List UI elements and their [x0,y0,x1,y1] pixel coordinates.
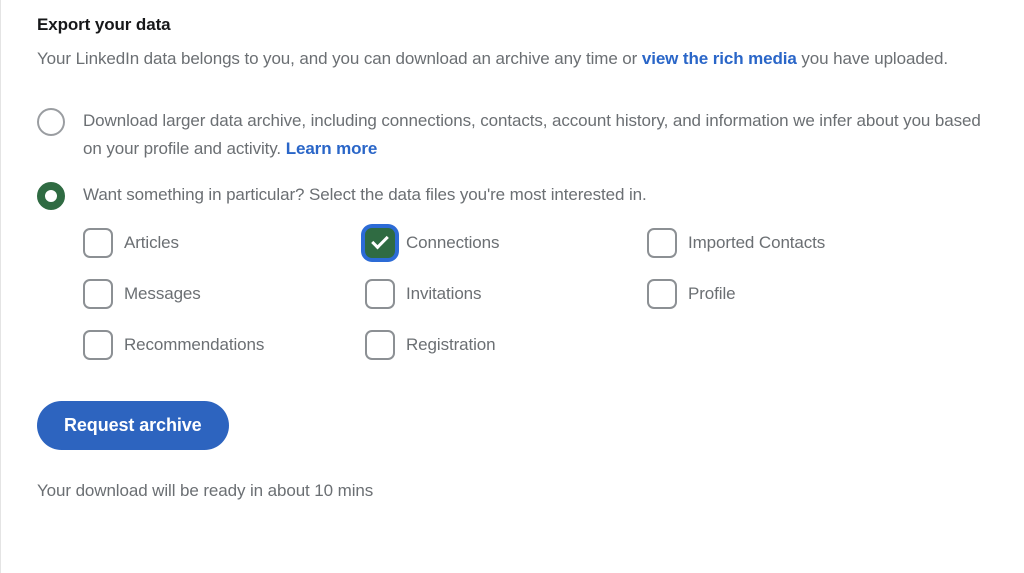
checkbox-label-messages: Messages [124,284,201,303]
checkbox-item-imported-contacts[interactable]: Imported Contacts [647,228,929,258]
export-data-panel: Export your data Your LinkedIn data belo… [0,0,1024,573]
checkbox-registration[interactable] [365,330,395,360]
checkbox-row: Messages Invitations Profile [83,279,963,309]
checkbox-label-imported-contacts: Imported Contacts [688,233,826,252]
check-icon [371,232,389,250]
description-text-before-link: Your LinkedIn data belongs to you, and y… [37,49,642,68]
checkbox-connections[interactable] [365,228,395,258]
page-title: Export your data [37,15,171,34]
checkbox-label-connections: Connections [406,233,500,252]
option-specific-files[interactable]: Want something in particular? Select the… [37,181,1024,210]
view-rich-media-link[interactable]: view the rich media [642,49,797,68]
checkbox-label-invitations: Invitations [406,284,482,303]
checkbox-item-registration[interactable]: Registration [365,330,647,360]
checkbox-label-articles: Articles [124,233,179,252]
description-text-after-link: you have uploaded. [796,49,949,68]
archive-options-group: Download larger data archive, including … [37,107,1024,210]
checkbox-articles[interactable] [83,228,113,258]
option-larger-archive-text: Download larger data archive, including … [83,111,981,158]
checkbox-item-profile[interactable]: Profile [647,279,929,309]
checkbox-imported-contacts[interactable] [647,228,677,258]
radio-specific-files[interactable] [37,182,65,210]
data-file-checkbox-grid: Articles Connections Imported Contacts M… [83,228,963,360]
learn-more-link[interactable]: Learn more [286,139,378,158]
checkbox-item-recommendations[interactable]: Recommendations [83,330,365,360]
checkbox-item-connections[interactable]: Connections [365,228,647,258]
checkbox-label-recommendations: Recommendations [124,335,265,354]
checkbox-profile[interactable] [647,279,677,309]
checkbox-item-messages[interactable]: Messages [83,279,365,309]
option-larger-archive[interactable]: Download larger data archive, including … [37,107,1024,163]
checkbox-label-registration: Registration [406,335,496,354]
checkbox-messages[interactable] [83,279,113,309]
checkbox-item-articles[interactable]: Articles [83,228,365,258]
checkbox-invitations[interactable] [365,279,395,309]
checkbox-row: Articles Connections Imported Contacts [83,228,963,258]
option-larger-archive-label: Download larger data archive, including … [83,107,995,163]
request-archive-button[interactable]: Request archive [37,401,229,450]
checkbox-item-invitations[interactable]: Invitations [365,279,647,309]
radio-larger-archive[interactable] [37,108,65,136]
checkbox-label-profile: Profile [688,284,736,303]
download-status-note: Your download will be ready in about 10 … [37,481,374,500]
panel-description: Your LinkedIn data belongs to you, and y… [37,45,973,73]
option-specific-files-label: Want something in particular? Select the… [83,185,647,204]
checkbox-row: Recommendations Registration [83,330,963,360]
checkbox-recommendations[interactable] [83,330,113,360]
